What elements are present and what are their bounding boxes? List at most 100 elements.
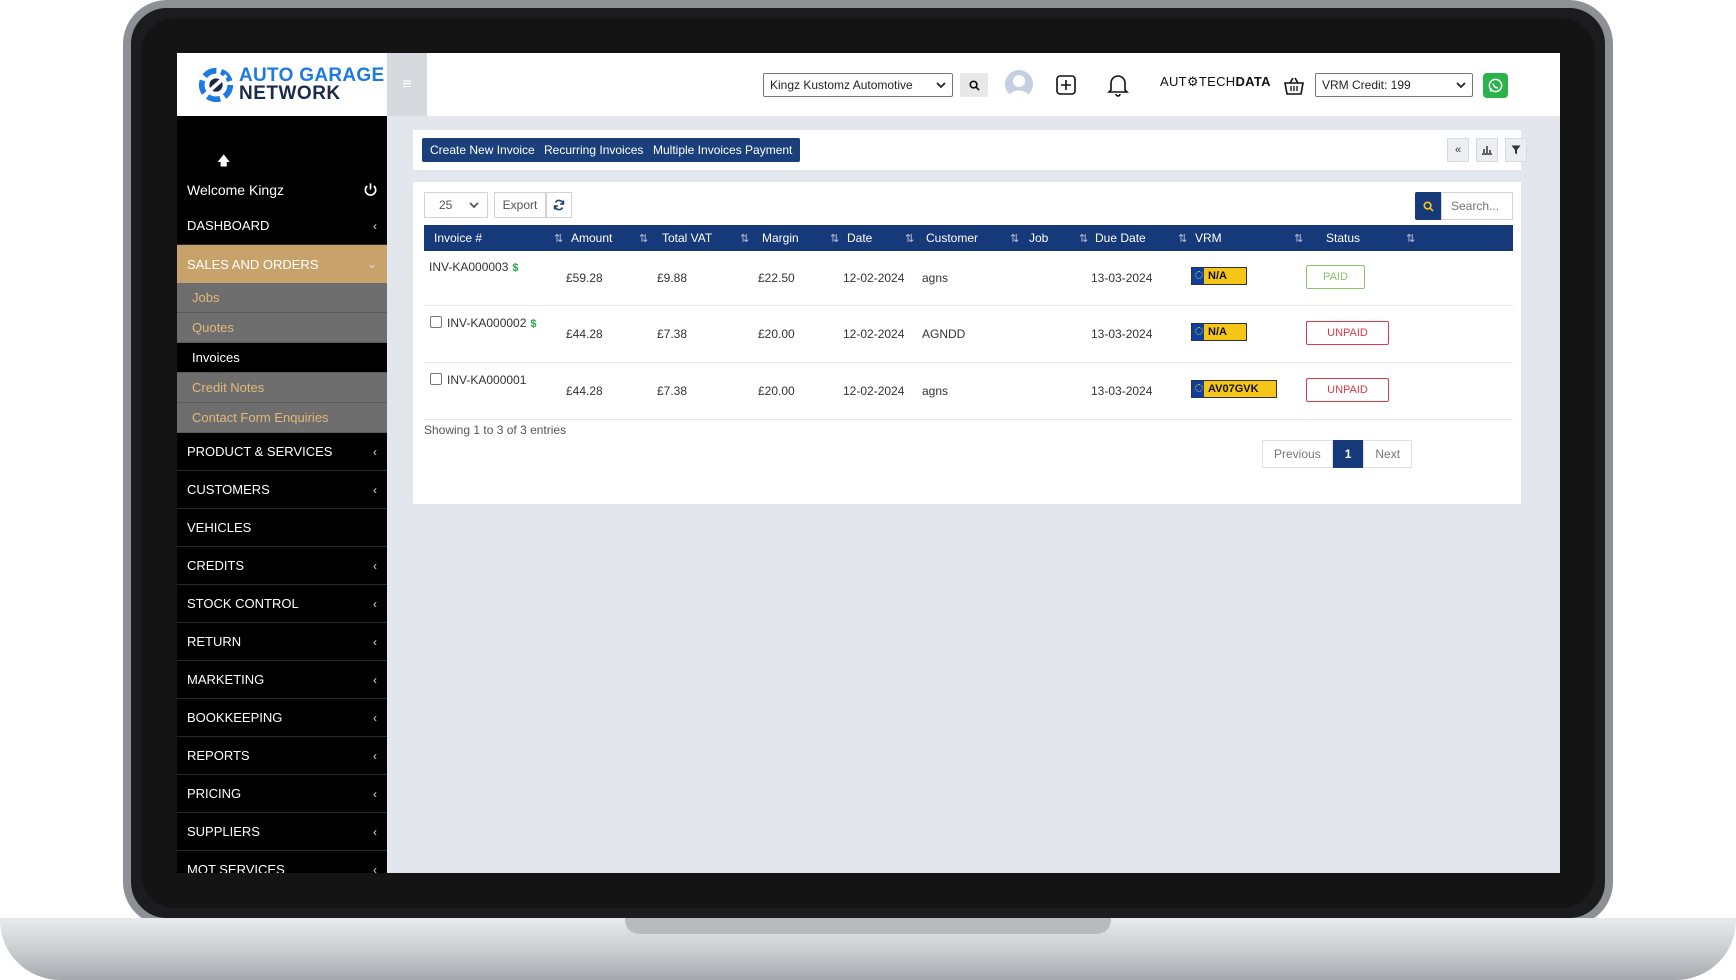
export-button[interactable]: Export — [494, 192, 546, 218]
vrm-plate: AV07GVK — [1191, 380, 1277, 398]
sidebar-item-vehicles[interactable]: VEHICLES — [177, 509, 387, 547]
row-select-checkbox[interactable] — [430, 373, 442, 385]
table-row[interactable]: INV-KA000001 £44.28 £7.38 £20.00 12-02-2… — [424, 363, 1513, 420]
sidebar-item-mot-services[interactable]: MOT SERVICES ‹ — [177, 851, 387, 873]
chart-button[interactable] — [1476, 138, 1498, 162]
customer-cell[interactable]: agns — [922, 384, 948, 398]
sidebar-subitem-contact-form-enquiries[interactable]: Contact Form Enquiries — [177, 403, 387, 433]
create-new-invoice-button[interactable]: Create New Invoice — [422, 138, 543, 162]
avatar-icon — [1008, 75, 1030, 98]
eu-flag-icon — [1192, 324, 1204, 340]
chevron-left-icon: ‹ — [373, 634, 377, 649]
vrm-plate: N/A — [1191, 323, 1247, 341]
sidebar-item-stock-control[interactable]: STOCK CONTROL ‹ — [177, 585, 387, 623]
invoice-number-cell[interactable]: INV-KA000001 — [447, 373, 530, 387]
vrm-credit-select[interactable]: VRM Credit: 199 — [1315, 73, 1473, 97]
sidebar-item-label: CUSTOMERS — [187, 482, 270, 497]
scroll-up-arrow-icon[interactable]: 🡅 — [217, 152, 230, 174]
refresh-button[interactable] — [546, 192, 572, 218]
sidebar-item-customers[interactable]: CUSTOMERS ‹ — [177, 471, 387, 509]
status-badge[interactable]: PAID — [1306, 265, 1365, 289]
col-due-date[interactable]: Due Date ⇅ — [1095, 225, 1187, 251]
col-status[interactable]: Status ⇅ — [1326, 225, 1415, 251]
col-job[interactable]: Job ⇅ — [1029, 225, 1088, 251]
sidebar-item-pricing[interactable]: PRICING ‹ — [177, 775, 387, 813]
collapse-button[interactable]: « — [1447, 138, 1469, 162]
chevron-left-icon: ‹ — [373, 218, 377, 233]
pagination-previous[interactable]: Previous — [1262, 440, 1333, 468]
page-length-select[interactable]: 25 — [424, 192, 488, 218]
autotech-bold: DATA — [1235, 74, 1271, 89]
user-avatar[interactable] — [1005, 70, 1033, 98]
sidebar-item-dashboard[interactable]: DASHBOARD ‹ — [177, 207, 387, 245]
col-header-label: Amount — [571, 231, 613, 245]
col-invoice[interactable]: Invoice # ⇅ — [434, 225, 563, 251]
table-row[interactable]: INV-KA000003 $ £59.28 £9.88 £22.50 12-02-… — [424, 251, 1513, 306]
multiple-invoices-payment-button[interactable]: Multiple Invoices Payment — [645, 138, 801, 162]
sidebar-item-sales-and-orders[interactable]: SALES AND ORDERS ⌄ — [177, 245, 387, 283]
chevron-left-icon: ‹ — [373, 710, 377, 725]
row-select-checkbox[interactable] — [430, 316, 442, 328]
search-icon — [968, 79, 980, 91]
sidebar-item-marketing[interactable]: MARKETING ‹ — [177, 661, 387, 699]
chevron-down-icon: ⌄ — [366, 257, 377, 271]
vat-cell: £7.38 — [657, 384, 688, 398]
status-badge[interactable]: UNPAID — [1306, 321, 1389, 345]
col-header-label: Status — [1326, 231, 1361, 245]
recurring-invoices-button[interactable]: Recurring Invoices — [536, 138, 652, 162]
col-amount[interactable]: Amount ⇅ — [571, 225, 648, 251]
sidebar-item-bookkeeping[interactable]: BOOKKEEPING ‹ — [177, 699, 387, 737]
status-badge[interactable]: UNPAID — [1306, 378, 1389, 402]
sort-icon: ⇅ — [905, 232, 915, 245]
sidebar-item-label: SALES AND ORDERS — [187, 256, 319, 272]
sidebar-item-suppliers[interactable]: SUPPLIERS ‹ — [177, 813, 387, 851]
col-vrm[interactable]: VRM ⇅ — [1195, 225, 1303, 251]
basket-icon[interactable] — [1283, 76, 1305, 96]
filter-icon — [1511, 145, 1521, 155]
sidebar-item-credits[interactable]: CREDITS ‹ — [177, 547, 387, 585]
table-search-button[interactable] — [1415, 192, 1441, 220]
sidebar-subitem-jobs[interactable]: Jobs — [177, 283, 387, 313]
pagination-page-1[interactable]: 1 — [1332, 440, 1364, 468]
col-customer[interactable]: Customer ⇅ — [926, 225, 1019, 251]
invoice-number-cell[interactable]: INV-KA000003 $ — [429, 260, 519, 274]
add-plus-icon[interactable] — [1055, 74, 1077, 96]
sidebar-subitem-invoices[interactable]: Invoices — [177, 343, 387, 373]
eu-flag-icon — [1192, 381, 1204, 397]
col-date[interactable]: Date ⇅ — [847, 225, 914, 251]
sidebar-item-label: REPORTS — [187, 748, 250, 763]
power-logout-icon[interactable] — [363, 182, 378, 197]
customer-cell[interactable]: agns — [922, 271, 948, 285]
sidebar-item-label: VEHICLES — [187, 520, 252, 535]
sidebar-item-reports[interactable]: REPORTS ‹ — [177, 737, 387, 775]
notification-bell-icon[interactable] — [1105, 72, 1131, 98]
col-header-label: Invoice # — [434, 231, 483, 245]
whatsapp-button[interactable] — [1483, 73, 1508, 98]
chevron-left-icon: ‹ — [373, 824, 377, 839]
pagination-next[interactable]: Next — [1363, 440, 1413, 468]
sidebar-item-return[interactable]: RETURN ‹ — [177, 623, 387, 661]
invoice-number-cell[interactable]: INV-KA000002 $ — [447, 316, 537, 330]
logo-line-2: NETWORK — [239, 82, 341, 104]
whatsapp-icon — [1488, 78, 1503, 93]
menu-toggle-button[interactable]: ≡ — [387, 53, 427, 116]
sidebar-subitem-credit-notes[interactable]: Credit Notes — [177, 373, 387, 403]
col-margin[interactable]: Margin ⇅ — [762, 225, 839, 251]
col-total-vat[interactable]: Total VAT ⇅ — [662, 225, 749, 251]
chevron-left-icon: ‹ — [373, 558, 377, 573]
chevron-left-icon: ‹ — [373, 596, 377, 611]
top-search-button[interactable] — [960, 73, 988, 97]
autotechdata-logo[interactable]: AUT⚙TECHDATA — [1160, 74, 1271, 90]
sidebar-subitem-quotes[interactable]: Quotes — [177, 313, 387, 343]
customer-cell[interactable]: AGNDD — [922, 327, 965, 341]
app-logo[interactable]: AUTO GARAGE NETWORK — [177, 53, 387, 116]
table-search-input[interactable] — [1441, 192, 1513, 220]
top-bar: AUTO GARAGE NETWORK ≡ Kingz Kustomz Auto… — [177, 53, 1560, 116]
table-row[interactable]: INV-KA000002 $ £44.28 £7.38 £20.00 12-02-… — [424, 306, 1513, 363]
garage-select[interactable]: Kingz Kustomz Automotive — [763, 73, 953, 97]
filter-button[interactable] — [1505, 138, 1527, 162]
sidebar-item-product-services[interactable]: PRODUCT & SERVICES ‹ — [177, 433, 387, 471]
date-cell: 12-02-2024 — [843, 271, 905, 285]
autotech-prefix: AUT — [1160, 74, 1187, 89]
sort-icon: ⇅ — [1406, 232, 1416, 245]
